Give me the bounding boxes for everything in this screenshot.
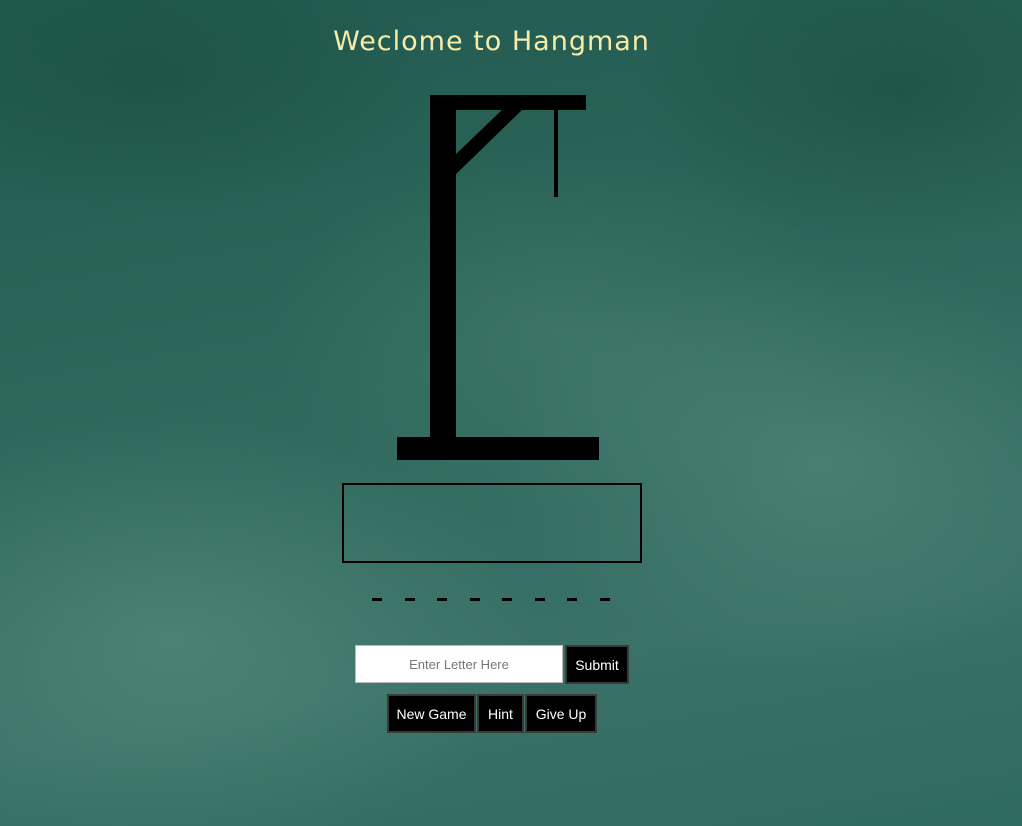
letter-blank: _ — [599, 598, 610, 601]
message-box — [342, 483, 642, 563]
new-game-button[interactable]: New Game — [387, 694, 476, 733]
word-blanks: _ _ _ _ _ _ _ _ — [372, 598, 632, 604]
gallows-post — [430, 96, 456, 437]
letter-blank: _ — [372, 598, 382, 601]
letter-blank: _ — [437, 598, 447, 601]
hint-button[interactable]: Hint — [477, 694, 524, 733]
letter-input[interactable] — [355, 645, 563, 683]
gallows-beam — [430, 95, 586, 110]
gallows-base — [397, 437, 599, 460]
game-actions: New Game Hint Give Up — [387, 694, 598, 733]
letter-blank: _ — [404, 598, 415, 601]
submit-button[interactable]: Submit — [565, 645, 629, 684]
letter-blank: _ — [469, 598, 480, 601]
gallows-rope — [554, 108, 558, 197]
page-title: Weclome to Hangman — [333, 26, 650, 57]
letter-blank: _ — [567, 598, 577, 601]
give-up-button[interactable]: Give Up — [525, 694, 597, 733]
gallows-brace — [454, 108, 524, 176]
guess-form: Submit — [355, 645, 629, 684]
gallows-drawing — [397, 95, 599, 460]
letter-blank: _ — [502, 598, 512, 601]
letter-blank: _ — [534, 598, 545, 601]
